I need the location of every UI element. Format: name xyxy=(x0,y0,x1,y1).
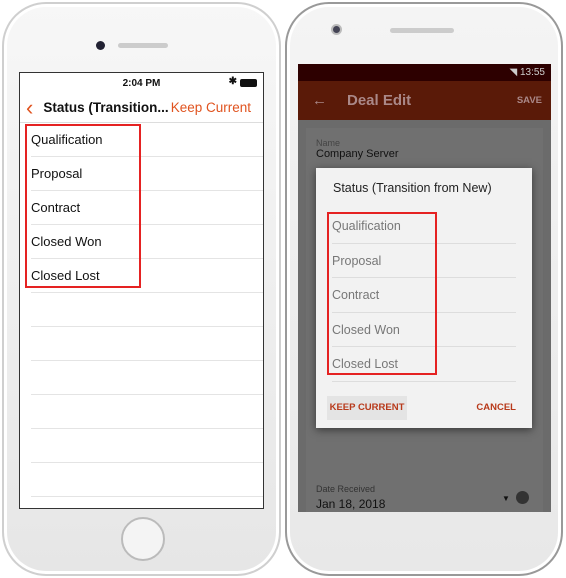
highlight-box xyxy=(25,124,141,288)
toolbar-title: Deal Edit xyxy=(347,92,412,109)
empty-row xyxy=(31,429,263,463)
camera-icon xyxy=(96,41,105,50)
keep-current-button[interactable]: KEEP CURRENT xyxy=(327,396,407,420)
status-bar: 2:04 PM ✱ xyxy=(20,73,263,93)
speaker-grille xyxy=(118,43,168,48)
camera-icon xyxy=(331,24,342,35)
empty-row xyxy=(31,497,263,508)
highlight-box xyxy=(327,212,437,375)
name-value[interactable]: Company Server xyxy=(306,148,543,160)
save-button[interactable]: SAVE xyxy=(517,95,542,106)
speaker-grille xyxy=(390,28,454,33)
battery-icon xyxy=(240,79,257,87)
remove-icon[interactable] xyxy=(516,491,529,504)
empty-row xyxy=(31,395,263,429)
empty-row xyxy=(31,361,263,395)
status-time: 13:55 xyxy=(519,67,545,78)
home-button[interactable] xyxy=(121,517,165,561)
dropdown-arrow-icon[interactable]: ▼ xyxy=(502,494,510,503)
date-value[interactable]: Jan 18, 2018 xyxy=(316,497,385,511)
toolbar: ← Deal Edit SAVE xyxy=(298,81,551,120)
bluetooth-icon: ✱ xyxy=(228,76,237,87)
name-label: Name xyxy=(316,138,341,148)
dialog-title: Status (Transition from New) xyxy=(333,181,492,195)
status-time: 2:04 PM xyxy=(122,77,161,89)
wifi-signal-icon: ◥ xyxy=(509,67,520,78)
nav-title: Status (Transition... xyxy=(43,100,169,115)
back-arrow-icon[interactable]: ← xyxy=(312,92,327,109)
empty-row xyxy=(31,293,263,327)
nav-bar: ‹ Status (Transition... Keep Current xyxy=(20,93,263,123)
back-chevron-icon[interactable]: ‹ xyxy=(26,96,33,119)
date-label: Date Received xyxy=(316,484,376,494)
cancel-button[interactable]: CANCEL xyxy=(476,396,516,420)
status-bar: ◥ 13:55 xyxy=(298,64,551,81)
empty-row xyxy=(31,463,263,497)
empty-row xyxy=(31,327,263,361)
keep-current-button[interactable]: Keep Current xyxy=(171,100,251,115)
